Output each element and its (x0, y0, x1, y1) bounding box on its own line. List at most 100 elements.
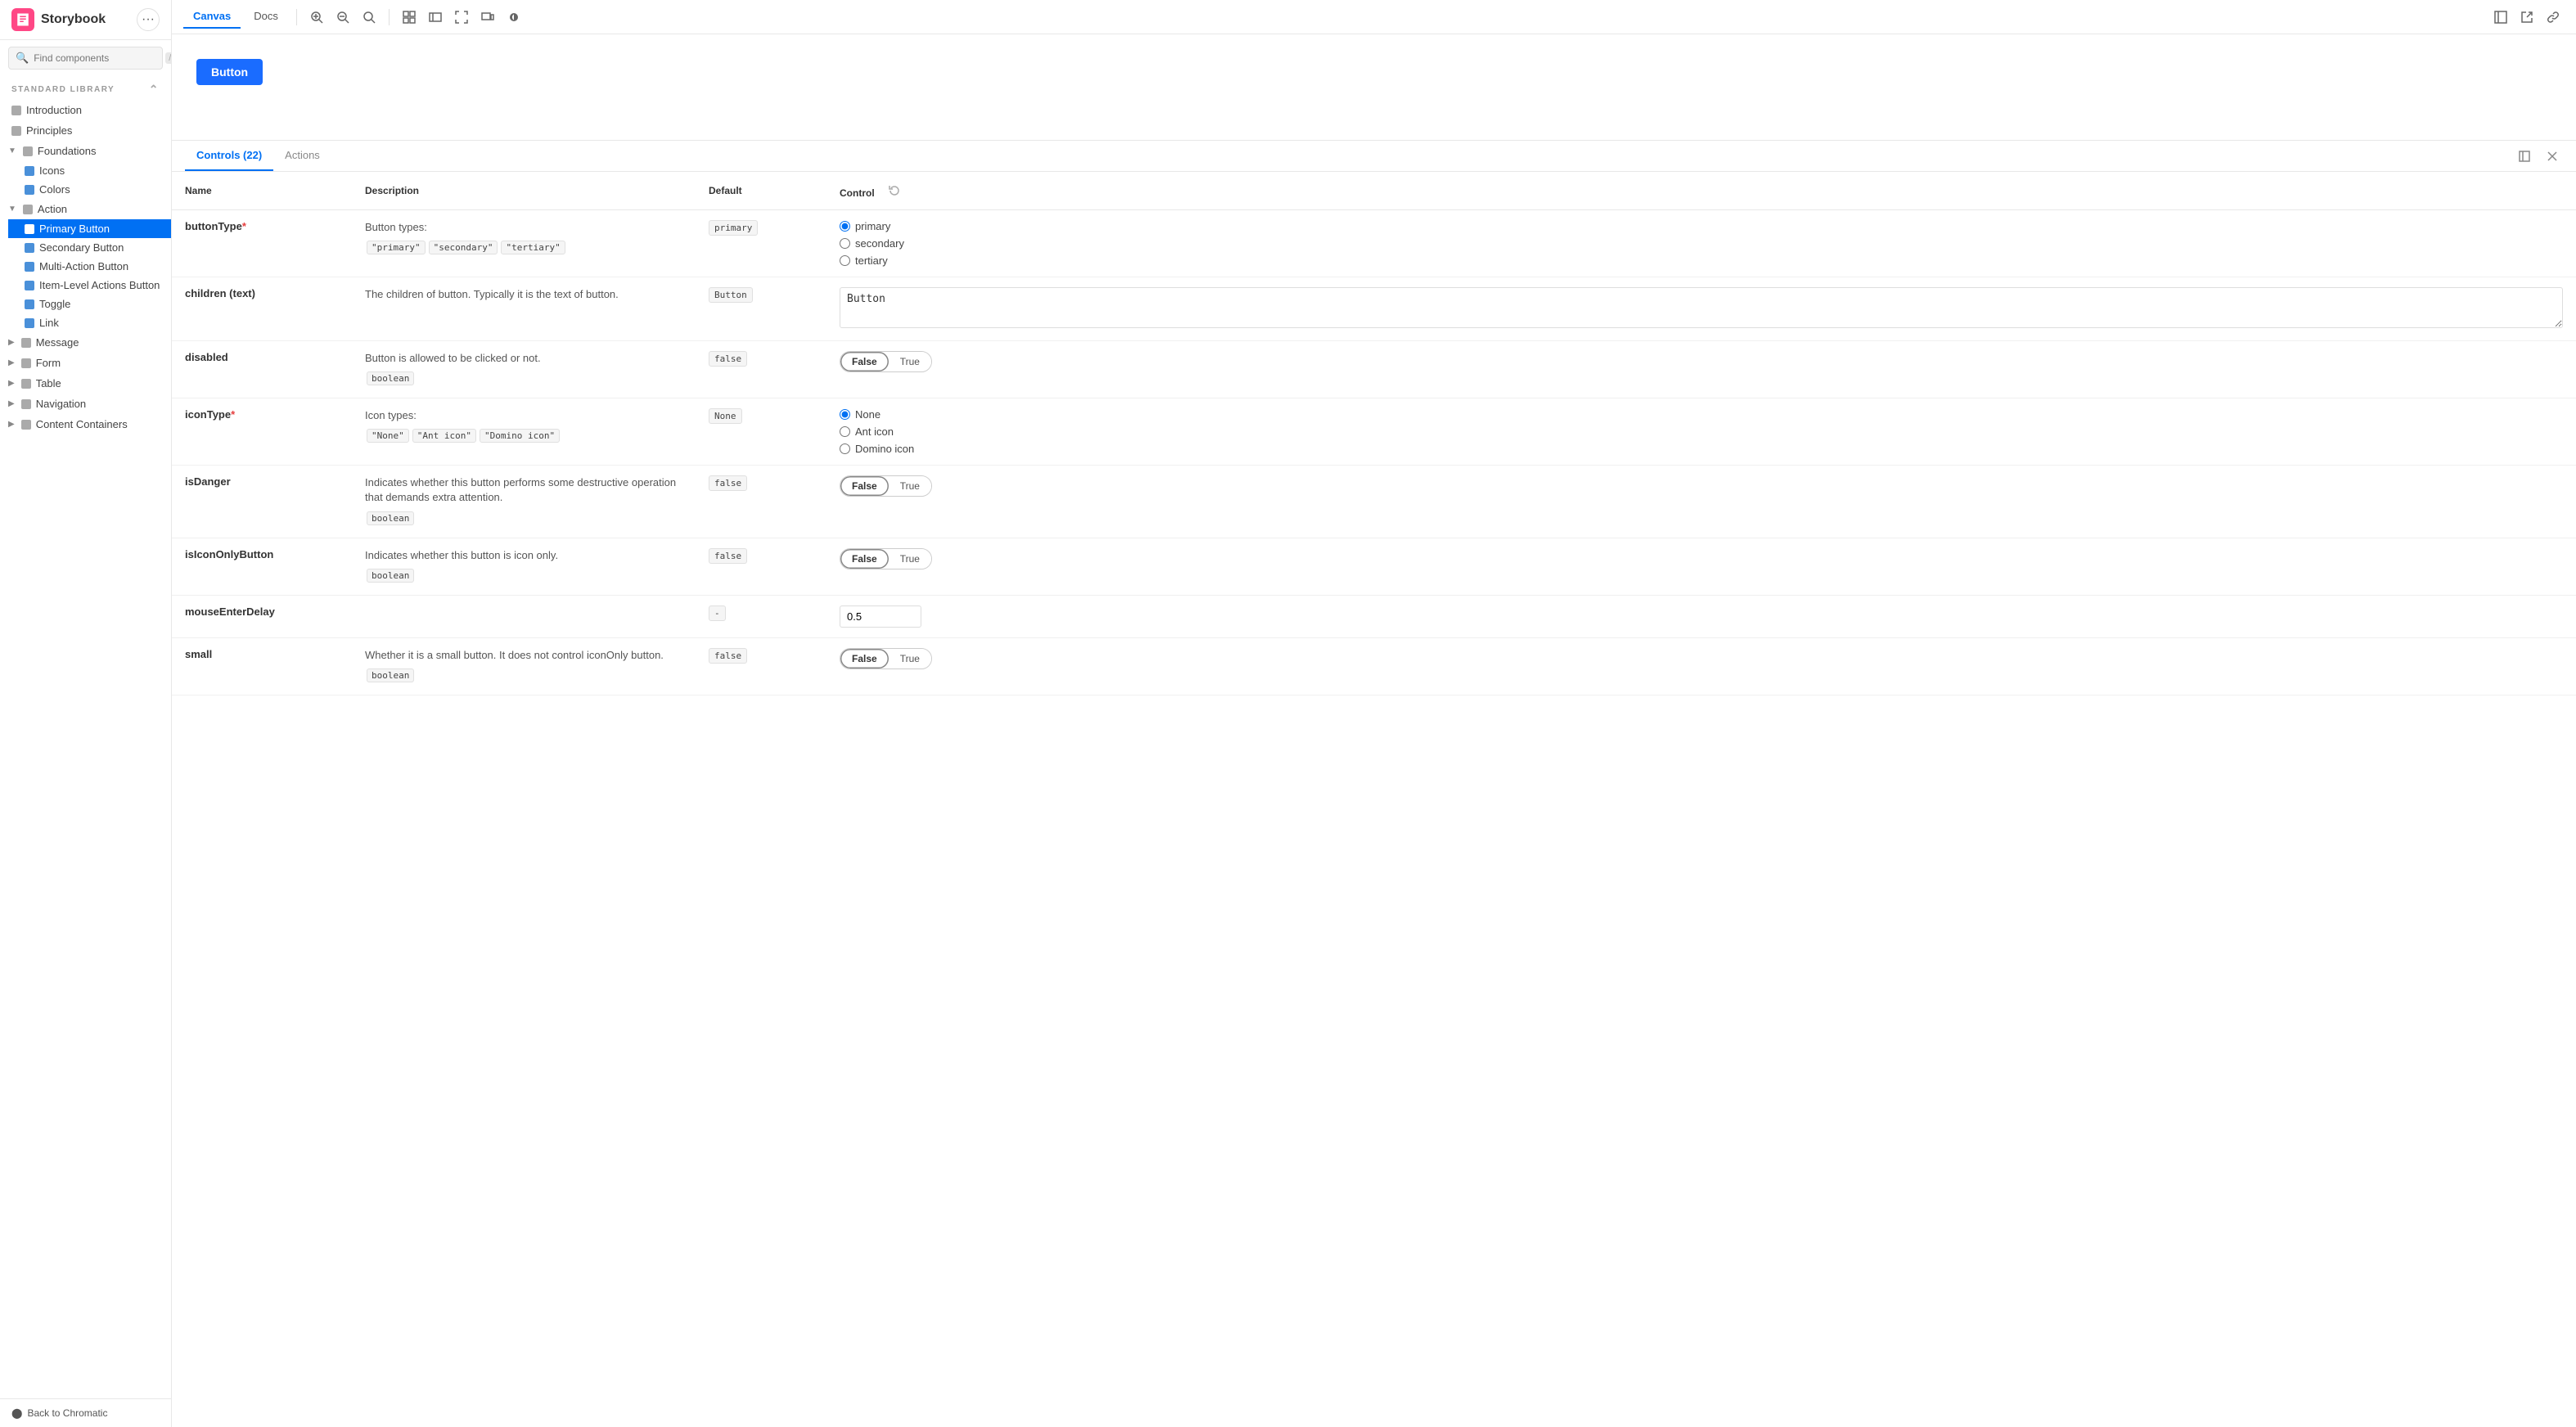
radio-input[interactable] (840, 443, 850, 454)
toggle-btn[interactable]: False (840, 649, 889, 668)
tab-docs[interactable]: Docs (244, 5, 288, 29)
collapse-icon[interactable]: ⌃ (149, 83, 160, 97)
copy-link-button[interactable] (2542, 6, 2565, 29)
sidebar-item-introduction[interactable]: Introduction (0, 100, 171, 120)
sidebar-toggle-icon (2494, 11, 2507, 24)
form-label: Form (36, 357, 61, 369)
toggle-btn[interactable]: True (889, 649, 931, 668)
param-control-cell[interactable]: Button (826, 277, 2576, 341)
text-input[interactable]: Button (840, 287, 2563, 328)
code-values: boolean (365, 666, 682, 685)
zoom-out-button[interactable] (331, 6, 354, 29)
sidebar-item-principles[interactable]: Principles (0, 120, 171, 141)
col-header-name: Name (172, 172, 352, 210)
radio-input[interactable] (840, 426, 850, 437)
sidebar-menu-button[interactable]: ··· (137, 8, 160, 31)
zoom-reset-button[interactable] (358, 6, 381, 29)
sidebar-logo: Storybook (11, 8, 106, 31)
sidebar-toggle-button[interactable] (2489, 6, 2512, 29)
icons-label: Icons (39, 164, 65, 177)
message-label: Message (36, 336, 79, 349)
radio-item[interactable]: tertiary (840, 254, 2563, 267)
param-control-cell[interactable]: FalseTrue (826, 637, 2576, 695)
section-label: STANDARD LIBRARY ⌃ (0, 76, 171, 100)
sidebar-item-secondary-button[interactable]: Secondary Button (8, 238, 171, 257)
radio-item[interactable]: primary (840, 220, 2563, 232)
reset-controls-button[interactable] (884, 180, 905, 201)
param-default-cell: Button (696, 277, 826, 341)
dark-mode-button[interactable] (502, 6, 525, 29)
radio-input[interactable] (840, 255, 850, 266)
preview-primary-button[interactable]: Button (196, 59, 263, 85)
param-name: small (185, 648, 212, 660)
message-group-header[interactable]: ▶ Message (0, 332, 171, 353)
radio-item[interactable]: secondary (840, 237, 2563, 250)
expand-controls-button[interactable] (2514, 146, 2535, 167)
tab-canvas[interactable]: Canvas (183, 5, 241, 29)
radio-input[interactable] (840, 238, 850, 249)
search-box[interactable]: 🔍 / (8, 47, 163, 70)
view-button[interactable] (424, 6, 447, 29)
param-control-cell[interactable]: FalseTrue (826, 538, 2576, 595)
navigation-caret: ▶ (8, 399, 15, 408)
param-description: Indicates whether this button is icon on… (365, 548, 682, 563)
radio-input[interactable] (840, 221, 850, 232)
number-input[interactable] (840, 605, 921, 628)
action-group-header[interactable]: ▼ Action (0, 199, 171, 219)
sidebar-item-colors[interactable]: Colors (8, 180, 171, 199)
close-controls-button[interactable] (2542, 146, 2563, 167)
table-group-header[interactable]: ▶ Table (0, 373, 171, 394)
sidebar-item-multi-action-button[interactable]: Multi-Action Button (8, 257, 171, 276)
fullscreen-button[interactable] (450, 6, 473, 29)
open-new-tab-button[interactable] (2515, 6, 2538, 29)
controls-tabs: Controls (22) Actions (172, 141, 2576, 172)
toggle-btn[interactable]: True (889, 549, 931, 569)
navigation-group-header[interactable]: ▶ Navigation (0, 394, 171, 414)
navigation-icon (21, 399, 31, 409)
text-control[interactable]: Button (840, 287, 2563, 331)
search-input[interactable] (34, 52, 160, 64)
param-name-cell: children (text) (172, 277, 352, 341)
zoom-out-icon (336, 11, 349, 24)
storybook-svg (16, 12, 30, 27)
tab-controls[interactable]: Controls (22) (185, 141, 273, 171)
table-row: isIconOnlyButtonIndicates whether this b… (172, 538, 2576, 595)
param-control-cell[interactable] (826, 595, 2576, 637)
sidebar-item-primary-button[interactable]: Primary Button (8, 219, 171, 238)
tab-actions[interactable]: Actions (273, 141, 331, 171)
toggle-btn[interactable]: False (840, 352, 889, 371)
sidebar-item-item-level-actions[interactable]: Item-Level Actions Button (8, 276, 171, 295)
foundations-group-header[interactable]: ▼ Foundations (0, 141, 171, 161)
param-control-cell[interactable]: FalseTrue (826, 466, 2576, 538)
code-values: "None""Ant icon""Domino icon" (365, 426, 682, 445)
toggle-btn[interactable]: True (889, 352, 931, 371)
zoom-in-button[interactable] (305, 6, 328, 29)
sidebar-bottom: ⬤ Back to Chromatic (0, 1398, 171, 1427)
toggle-btn[interactable]: False (840, 549, 889, 569)
form-group-header[interactable]: ▶ Form (0, 353, 171, 373)
sidebar-item-icons[interactable]: Icons (8, 161, 171, 180)
radio-input[interactable] (840, 409, 850, 420)
param-control-cell[interactable]: FalseTrue (826, 341, 2576, 398)
responsive-button[interactable] (476, 6, 499, 29)
radio-item[interactable]: Ant icon (840, 425, 2563, 438)
sidebar-item-toggle[interactable]: Toggle (8, 295, 171, 313)
foundations-icon (23, 146, 33, 156)
form-caret: ▶ (8, 358, 15, 367)
toggle-btn[interactable]: False (840, 476, 889, 496)
item-level-label: Item-Level Actions Button (39, 279, 160, 291)
col-header-control: Control (826, 172, 2576, 210)
param-name-cell: iconType* (172, 398, 352, 466)
content-containers-group-header[interactable]: ▶ Content Containers (0, 414, 171, 434)
param-control-cell[interactable]: None Ant icon Domino icon (826, 398, 2576, 466)
param-control-cell[interactable]: primary secondary tertiary (826, 210, 2576, 277)
back-to-chromatic-button[interactable]: ⬤ Back to Chromatic (11, 1407, 160, 1419)
grid-button[interactable] (398, 6, 421, 29)
toggle-btn[interactable]: True (889, 476, 931, 496)
param-name: disabled (185, 351, 228, 363)
canvas-preview: Button (172, 34, 2576, 141)
param-desc-cell: Indicates whether this button performs s… (352, 466, 696, 538)
radio-item[interactable]: Domino icon (840, 443, 2563, 455)
radio-item[interactable]: None (840, 408, 2563, 421)
sidebar-item-link[interactable]: Link (8, 313, 171, 332)
